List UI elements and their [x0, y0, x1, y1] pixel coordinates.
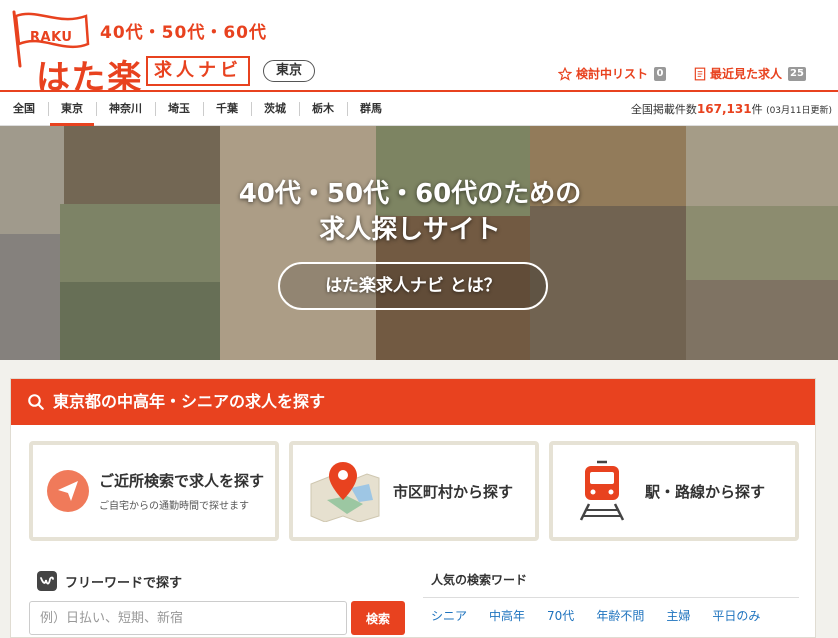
- site-header: RAKU 40代・50代・60代 はた楽 求人ナビ 東京 検討中リスト 0 最近…: [0, 0, 838, 98]
- search-panel: 東京都の中高年・シニアの求人を探す ご近所検索で求人を探す ご自宅からの通勤時間…: [10, 378, 816, 638]
- search-button[interactable]: 検索: [351, 601, 405, 635]
- popular-word-link[interactable]: 70代: [547, 607, 574, 624]
- document-icon: [694, 67, 706, 80]
- search-panel-title: 東京都の中高年・シニアの求人を探す: [53, 392, 326, 411]
- popular-word-link[interactable]: シニア: [431, 607, 467, 624]
- popular-word-link[interactable]: 主婦: [666, 607, 690, 624]
- pen-icon: [37, 571, 57, 591]
- tab-chiba[interactable]: 千葉: [203, 92, 251, 126]
- about-site-button[interactable]: はた楽求人ナビ とは？: [278, 262, 548, 310]
- recent-jobs-link[interactable]: 最近見た求人 25: [694, 65, 806, 82]
- hero-title-line1: 40代・50代・60代のための: [238, 179, 582, 209]
- tab-saitama[interactable]: 埼玉: [155, 92, 203, 126]
- watchlist-link[interactable]: 検討中リスト 0: [558, 65, 667, 82]
- tab-tochigi[interactable]: 栃木: [299, 92, 347, 126]
- star-icon: [558, 66, 572, 81]
- map-pin-icon: [310, 462, 380, 522]
- station-search-card[interactable]: 駅・路線から探す: [549, 441, 799, 541]
- recent-jobs-count-badge: 25: [788, 66, 806, 81]
- freeword-label: フリーワードで探す: [65, 575, 183, 591]
- popular-words-label: 人気の検索ワード: [431, 573, 528, 587]
- train-icon: [579, 460, 625, 521]
- nearby-search-card[interactable]: ご近所検索で求人を探す ご自宅からの通勤時間で探せます: [29, 441, 279, 541]
- tab-tokyo[interactable]: 東京: [48, 92, 96, 126]
- navigation-arrow-icon: [47, 470, 89, 512]
- popular-word-link[interactable]: 中高年: [489, 607, 525, 624]
- search-panel-header: 東京都の中高年・シニアの求人を探す: [11, 379, 815, 425]
- nearby-search-title: ご近所検索で求人を探す: [99, 472, 265, 490]
- hero-title-line2: 求人探しサイト: [319, 215, 501, 245]
- nearby-search-sub: ご自宅からの通勤時間で探せます: [99, 501, 249, 512]
- listing-count-unit: 件: [751, 103, 763, 116]
- station-search-title: 駅・路線から探す: [645, 482, 766, 501]
- freeword-search-input[interactable]: [29, 601, 347, 635]
- logo-tagline: 40代・50代・60代: [100, 23, 267, 43]
- tab-gunma[interactable]: 群馬: [347, 92, 395, 126]
- tab-kanagawa[interactable]: 神奈川: [96, 92, 155, 126]
- tab-zenkoku[interactable]: 全国: [0, 92, 48, 126]
- popular-words-list: シニア 中高年 70代 年齢不問 主婦 平日のみ: [431, 607, 782, 624]
- popular-word-link[interactable]: 平日のみ: [712, 607, 760, 624]
- listing-count-info: 全国掲載件数167,131件 (03月11日更新): [631, 92, 832, 128]
- watchlist-label: 検討中リスト: [576, 67, 649, 81]
- region-badge: 東京: [263, 60, 316, 82]
- hero-banner: 40代・50代・60代のための 求人探しサイト はた楽求人ナビ とは？: [0, 126, 838, 360]
- listing-updated-date: (03月11日更新): [766, 106, 832, 116]
- tab-ibaraki[interactable]: 茨城: [251, 92, 299, 126]
- region-tabs: 全国 東京 神奈川 埼玉 千葉 茨城 栃木 群馬 全国掲載件数167,131件 …: [0, 92, 838, 126]
- search-icon: [28, 394, 44, 410]
- watchlist-count-badge: 0: [654, 66, 667, 81]
- city-search-card[interactable]: 市区町村から探す: [289, 441, 539, 541]
- site-logo[interactable]: RAKU 40代・50代・60代 はた楽 求人ナビ 東京: [8, 8, 328, 98]
- logo-brand-sub: 求人ナビ: [146, 56, 250, 86]
- hero-title: 40代・50代・60代のための 求人探しサイト: [0, 176, 820, 248]
- recent-jobs-label: 最近見た求人: [710, 67, 783, 81]
- listing-count-number: 167,131: [696, 102, 752, 116]
- freeword-heading: フリーワードで探す: [37, 571, 182, 591]
- divider: [423, 597, 799, 598]
- city-search-title: 市区町村から探す: [393, 482, 514, 501]
- listing-count-prefix: 全国掲載件数: [630, 103, 697, 116]
- flag-text: RAKU: [30, 30, 73, 45]
- popular-word-link[interactable]: 年齢不問: [596, 607, 644, 624]
